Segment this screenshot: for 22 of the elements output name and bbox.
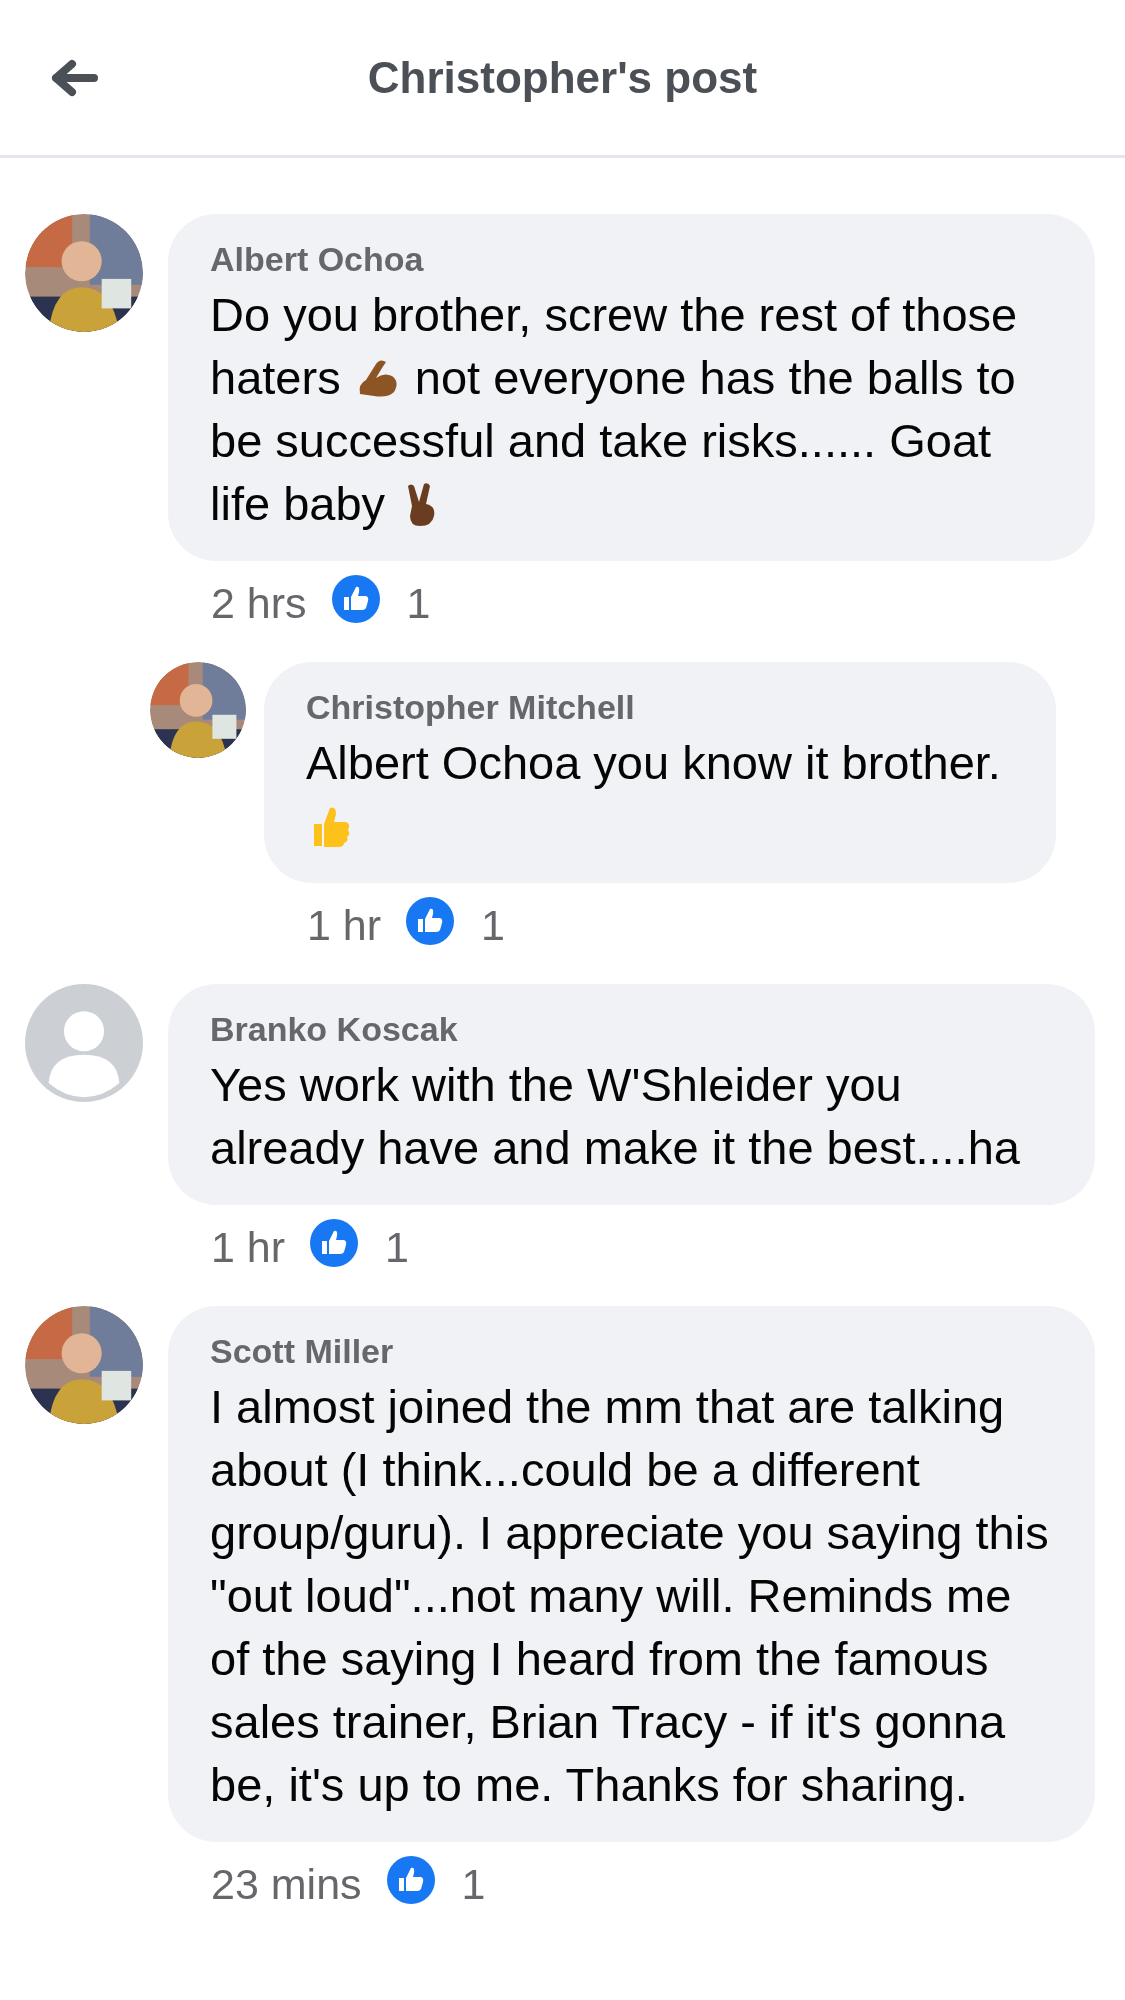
comment-time: 1 hr [211, 1223, 286, 1272]
like-count: 1 [406, 579, 431, 628]
like-count: 1 [461, 1860, 486, 1909]
like-icon [385, 1854, 436, 1905]
comment-text: Do you brother, screw the rest of those haters not everyone has the balls to be successful and take risks...... Goat life baby [210, 287, 1019, 532]
like-icon [405, 895, 456, 946]
like-count: 1 [385, 1223, 410, 1272]
commenter-name[interactable]: Christopher Mitchell [306, 688, 1016, 727]
page-title: Christopher's post [367, 52, 758, 102]
avatar-icon [25, 984, 143, 1102]
comment-time: 23 mins [211, 1860, 362, 1909]
comment-text: I almost joined the mm that are talking about (I think...could be a different group/guru). I appreciate you saying this "out loud"...not many will. Reminds me of the saying I heard from the famous sales trainer, Brian Tracy - if it's gonna be, it's up to me. Thanks for sharing. [210, 1379, 1050, 1813]
like-count: 1 [481, 901, 506, 950]
like-icon [309, 1217, 360, 1268]
comment-text: Yes work with the W'Shleider you already have and make it the best....ha [210, 1057, 1021, 1176]
commenter-name[interactable]: Branko Koscak [210, 1010, 1055, 1049]
like-icon [330, 573, 381, 624]
comment-time: 2 hrs [211, 579, 307, 628]
comment-text: Albert Ochoa you know it brother. [306, 731, 1016, 857]
commenter-name[interactable]: Scott Miller [210, 1332, 1055, 1371]
commenter-name[interactable]: Albert Ochoa [210, 240, 1055, 279]
comment-time: 1 hr [307, 901, 382, 950]
